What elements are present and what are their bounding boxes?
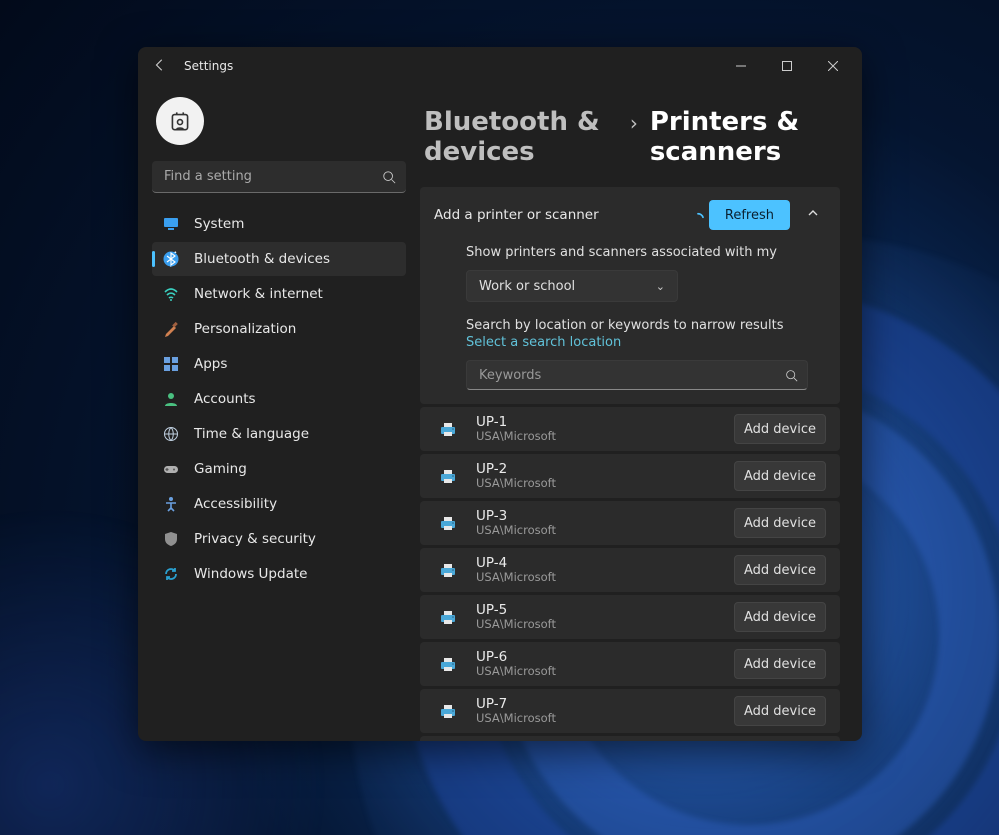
content-area: Bluetooth & devices › Printers & scanner… [420,85,862,741]
sidebar-item-label: System [194,216,244,232]
sidebar-item-accounts[interactable]: Accounts [152,382,406,416]
add-device-button[interactable]: Add device [734,649,826,679]
device-row: UP-8USA\MicrosoftAdd device [420,736,840,741]
brush-icon [162,320,180,338]
add-device-button[interactable]: Add device [734,696,826,726]
gamepad-icon [162,460,180,478]
sidebar-item-label: Windows Update [194,566,307,582]
titlebar: Settings [138,47,862,85]
add-device-button[interactable]: Add device [734,508,826,538]
sidebar-item-label: Personalization [194,321,296,337]
sidebar-item-label: Network & internet [194,286,323,302]
settings-window: Settings System Bluetooth & devices Networ… [138,47,862,741]
access-icon [162,495,180,513]
printer-icon [434,701,462,721]
apps-icon [162,355,180,373]
sidebar-item-privacy-security[interactable]: Privacy & security [152,522,406,556]
search-input[interactable] [152,161,406,193]
sidebar-item-network-internet[interactable]: Network & internet [152,277,406,311]
keywords-input[interactable] [466,360,808,390]
back-icon[interactable] [152,57,168,76]
refresh-button[interactable]: Refresh [709,200,790,230]
sidebar-item-label: Bluetooth & devices [194,251,330,267]
avatar[interactable] [156,97,204,145]
sidebar-item-system[interactable]: System [152,207,406,241]
device-sub: USA\Microsoft [476,712,556,725]
device-name: UP-1 [476,415,556,431]
assoc-label: Show printers and scanners associated wi… [466,245,826,260]
search-label: Search by location or keywords to narrow… [466,318,826,333]
device-row: UP-6USA\Microsoft Add device [420,642,840,686]
device-sub: USA\Microsoft [476,477,556,490]
device-row: UP-1USA\Microsoft Add device [420,407,840,451]
sidebar-item-label: Time & language [194,426,309,442]
device-row: UP-3USA\Microsoft Add device [420,501,840,545]
sidebar-item-label: Privacy & security [194,531,316,547]
monitor-icon [162,215,180,233]
device-name: UP-3 [476,509,556,525]
sidebar-item-label: Accounts [194,391,256,407]
printer-icon [434,513,462,533]
sidebar: System Bluetooth & devices Network & inter… [138,85,420,741]
chevron-up-icon[interactable] [800,207,826,223]
sidebar-item-label: Gaming [194,461,247,477]
printer-icon [434,560,462,580]
add-device-button[interactable]: Add device [734,555,826,585]
maximize-button[interactable] [764,47,810,85]
breadcrumb-parent[interactable]: Bluetooth & devices [424,107,618,167]
add-device-button[interactable]: Add device [734,461,826,491]
sidebar-item-bluetooth-devices[interactable]: Bluetooth & devices [152,242,406,276]
search-icon [785,367,798,386]
update-icon [162,565,180,583]
panel-title: Add a printer or scanner [434,207,599,223]
bluetooth-icon [162,250,180,268]
device-sub: USA\Microsoft [476,665,556,678]
sidebar-item-accessibility[interactable]: Accessibility [152,487,406,521]
select-location-link[interactable]: Select a search location [466,335,826,350]
person-icon [162,390,180,408]
assoc-dropdown[interactable]: Work or school ⌄ [466,270,678,302]
add-device-button[interactable]: Add device [734,414,826,444]
chevron-down-icon: ⌄ [656,280,665,293]
sidebar-item-time-language[interactable]: Time & language [152,417,406,451]
printer-icon [434,607,462,627]
loading-spinner-icon [691,212,697,218]
sidebar-item-label: Accessibility [194,496,277,512]
close-button[interactable] [810,47,856,85]
device-row: UP-5USA\Microsoft Add device [420,595,840,639]
minimize-button[interactable] [718,47,764,85]
dropdown-value: Work or school [479,279,575,294]
chevron-right-icon: › [630,111,638,135]
shield-icon [162,530,180,548]
device-sub: USA\Microsoft [476,430,556,443]
globe-icon [162,425,180,443]
device-name: UP-6 [476,650,556,666]
printer-icon [434,466,462,486]
page-title: Printers & scanners [650,107,840,167]
search-icon [382,169,396,188]
sidebar-item-windows-update[interactable]: Windows Update [152,557,406,591]
sidebar-item-label: Apps [194,356,227,372]
add-device-button[interactable]: Add device [734,602,826,632]
device-sub: USA\Microsoft [476,571,556,584]
device-sub: USA\Microsoft [476,618,556,631]
device-row: UP-4USA\Microsoft Add device [420,548,840,592]
device-row: UP-2USA\Microsoft Add device [420,454,840,498]
device-name: UP-7 [476,697,556,713]
window-title: Settings [184,59,233,73]
sidebar-item-apps[interactable]: Apps [152,347,406,381]
device-sub: USA\Microsoft [476,524,556,537]
device-row: UP-7USA\Microsoft Add device [420,689,840,733]
sidebar-item-personalization[interactable]: Personalization [152,312,406,346]
add-printer-panel: Add a printer or scanner Refresh Show pr… [420,187,840,404]
printer-icon [434,419,462,439]
device-name: UP-2 [476,462,556,478]
sidebar-item-gaming[interactable]: Gaming [152,452,406,486]
wifi-icon [162,285,180,303]
printer-icon [434,654,462,674]
breadcrumb: Bluetooth & devices › Printers & scanner… [420,107,840,167]
device-name: UP-5 [476,603,556,619]
device-name: UP-4 [476,556,556,572]
